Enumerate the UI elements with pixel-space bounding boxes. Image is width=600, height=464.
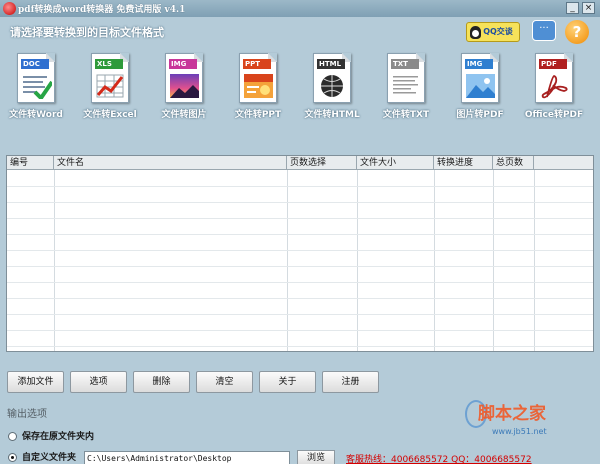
qq-chat-button[interactable]: QQ交谈: [466, 22, 520, 42]
window-title: pdf转换成word转换器 免费试用版 v4.1: [18, 5, 186, 15]
column-header-index[interactable]: 编号: [7, 156, 54, 170]
converter-label: Office转PDF: [524, 110, 584, 120]
column-divider: [434, 170, 435, 351]
column-header-total-pages[interactable]: 总页数: [493, 156, 534, 170]
converter-label: 文件转HTML: [304, 110, 360, 120]
close-button[interactable]: ×: [582, 2, 595, 14]
custom-folder-label: 自定义文件夹: [22, 453, 77, 463]
row-divider: [7, 266, 593, 267]
qq-penguin-icon: [470, 26, 481, 39]
browse-button[interactable]: 浏览: [297, 450, 335, 464]
minimize-button[interactable]: _: [566, 2, 579, 14]
format-tag: DOC: [21, 59, 49, 69]
converter-label: 文件转Excel: [83, 110, 137, 120]
row-divider: [7, 330, 593, 331]
convert-to-excel-button[interactable]: XLS 文件转Excel: [77, 50, 143, 126]
table-header: 编号 文件名 页数选择 文件大小 转换进度 总页数: [7, 156, 593, 170]
converter-label: 文件转PPT: [234, 110, 282, 120]
options-button[interactable]: 选项: [70, 371, 127, 393]
image-to-pdf-button[interactable]: IMG 图片转PDF: [447, 50, 513, 126]
output-options-title: 输出选项: [7, 409, 47, 420]
message-bubble-icon[interactable]: ···: [532, 20, 556, 41]
help-icon[interactable]: ?: [565, 20, 589, 44]
row-divider: [7, 234, 593, 235]
watermark-url: www.jb51.net: [492, 427, 547, 436]
column-header-page-range[interactable]: 页数选择: [287, 156, 357, 170]
convert-to-image-button[interactable]: IMG 文件转图片: [151, 50, 217, 126]
column-divider: [534, 170, 535, 351]
column-divider: [493, 170, 494, 351]
row-divider: [7, 282, 593, 283]
word-document-icon: DOC: [17, 53, 55, 103]
watermark-brand: 脚本之家: [478, 404, 546, 424]
radio-same-folder[interactable]: [8, 432, 17, 441]
radio-custom-folder[interactable]: [8, 453, 17, 462]
excel-chart-icon: XLS: [91, 53, 129, 103]
converter-label: 文件转Word: [9, 110, 63, 120]
format-tag: HTML: [317, 59, 345, 69]
row-divider: [7, 186, 593, 187]
about-button[interactable]: 关于: [259, 371, 316, 393]
image-to-pdf-icon: IMG: [461, 53, 499, 103]
row-divider: [7, 218, 593, 219]
row-divider: [7, 346, 593, 347]
delete-button[interactable]: 删除: [133, 371, 190, 393]
title-bar: pdf转换成word转换器 免费试用版 v4.1 _ ×: [0, 0, 600, 17]
row-divider: [7, 298, 593, 299]
row-divider: [7, 202, 593, 203]
app-logo-icon: [3, 2, 16, 15]
text-document-icon: TXT: [387, 53, 425, 103]
support-hotline-link[interactable]: 客服热线：4006685572 QQ：4006685572: [346, 452, 532, 464]
convert-to-ppt-button[interactable]: PPT 文件转PPT: [225, 50, 291, 126]
column-header-progress[interactable]: 转换进度: [434, 156, 493, 170]
format-tag: XLS: [95, 59, 123, 69]
format-tag: IMG: [465, 59, 493, 69]
file-table[interactable]: 编号 文件名 页数选择 文件大小 转换进度 总页数: [6, 155, 594, 352]
format-tag: TXT: [391, 59, 419, 69]
row-divider: [7, 314, 593, 315]
format-prompt: 请选择要转换到的目标文件格式: [10, 26, 164, 39]
convert-to-word-button[interactable]: DOC 文件转Word: [3, 50, 69, 126]
converter-label: 文件转TXT: [382, 110, 430, 120]
column-header-filename[interactable]: 文件名: [54, 156, 287, 170]
format-tag: IMG: [169, 59, 197, 69]
converter-label: 文件转图片: [161, 110, 207, 120]
format-tag: PDF: [539, 59, 567, 69]
qq-chat-label: QQ交谈: [483, 27, 513, 36]
app-window: pdf转换成word转换器 免费试用版 v4.1 _ × 请选择要转换到的目标文…: [0, 0, 600, 464]
acrobat-pdf-icon: PDF: [535, 53, 573, 103]
same-folder-label: 保存在原文件夹内: [22, 432, 95, 442]
column-divider: [54, 170, 55, 351]
column-divider: [287, 170, 288, 351]
row-divider: [7, 250, 593, 251]
register-button[interactable]: 注册: [322, 371, 379, 393]
image-document-icon: IMG: [165, 53, 203, 103]
column-header-file-size[interactable]: 文件大小: [357, 156, 434, 170]
convert-to-html-button[interactable]: HTML 文件转HTML: [299, 50, 365, 126]
convert-to-txt-button[interactable]: TXT 文件转TXT: [373, 50, 439, 126]
ppt-document-icon: PPT: [239, 53, 277, 103]
format-tag: PPT: [243, 59, 271, 69]
clear-button[interactable]: 清空: [196, 371, 253, 393]
converter-label: 图片转PDF: [456, 110, 504, 120]
add-file-button[interactable]: 添加文件: [7, 371, 64, 393]
output-path-field[interactable]: C:\Users\Administrator\Desktop: [84, 451, 290, 464]
html-globe-icon: HTML: [313, 53, 351, 103]
column-divider: [357, 170, 358, 351]
office-to-pdf-button[interactable]: PDF Office转PDF: [521, 50, 587, 126]
